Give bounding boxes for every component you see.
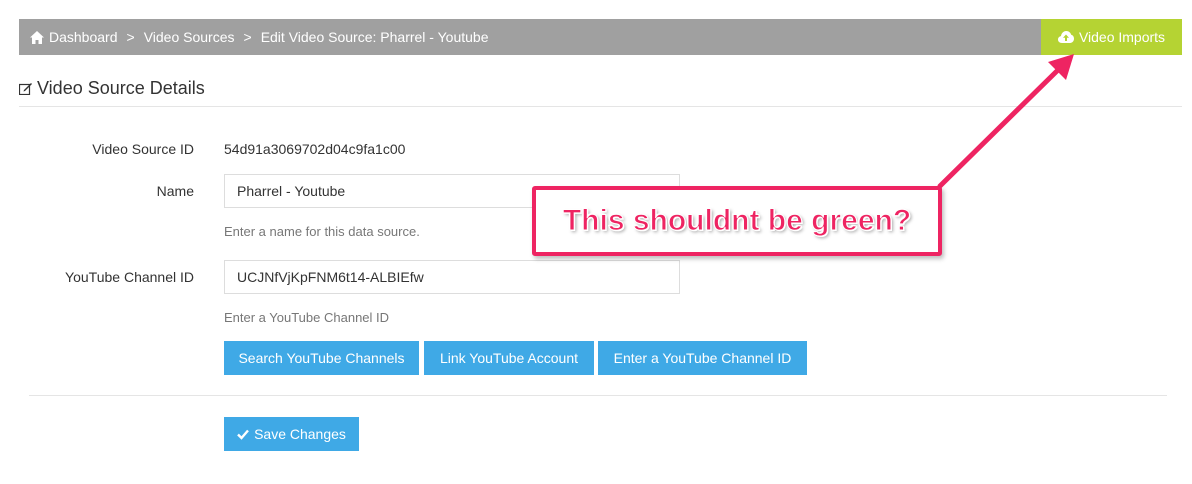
search-youtube-channels-button[interactable]: Search YouTube Channels (224, 341, 419, 375)
save-changes-button[interactable]: Save Changes (224, 417, 359, 451)
cloud-upload-icon (1057, 31, 1074, 43)
video-source-id-label: Video Source ID (92, 141, 194, 157)
channel-id-help-text: Enter a YouTube Channel ID (224, 310, 390, 325)
video-imports-label: Video Imports (1078, 29, 1166, 45)
name-label: Name (156, 183, 194, 199)
enter-channel-id-button[interactable]: Enter a YouTube Channel ID (598, 341, 807, 375)
channel-id-label: YouTube Channel ID (65, 269, 194, 285)
breadcrumb-video-sources[interactable]: Video Sources (144, 29, 235, 45)
breadcrumb-current: Edit Video Source: Pharrel - Youtube (260, 29, 489, 45)
video-source-id-value: 54d91a3069702d04c9fa1c00 (224, 141, 406, 157)
link-youtube-account-button[interactable]: Link YouTube Account (424, 341, 594, 375)
section-title: Video Source Details (19, 78, 205, 99)
edit-icon (19, 83, 32, 95)
home-icon (30, 30, 44, 44)
breadcrumb: Dashboard > Video Sources > Edit Video S… (19, 19, 1041, 55)
breadcrumb-dashboard-label: Dashboard (49, 29, 118, 45)
breadcrumb-dashboard[interactable]: Dashboard (30, 29, 118, 45)
name-help-text: Enter a name for this data source. (224, 224, 420, 239)
save-changes-label: Save Changes (254, 426, 346, 442)
breadcrumb-separator: > (126, 29, 135, 45)
annotation-text: This shouldnt be green? (562, 204, 912, 238)
breadcrumb-separator: > (243, 29, 252, 45)
video-imports-button[interactable]: Video Imports (1041, 19, 1182, 55)
form-divider (29, 395, 1167, 396)
channel-id-field[interactable] (224, 260, 680, 294)
section-divider (19, 106, 1182, 107)
check-icon (237, 429, 249, 440)
section-title-label: Video Source Details (37, 78, 205, 98)
annotation-callout: This shouldnt be green? (532, 186, 942, 256)
